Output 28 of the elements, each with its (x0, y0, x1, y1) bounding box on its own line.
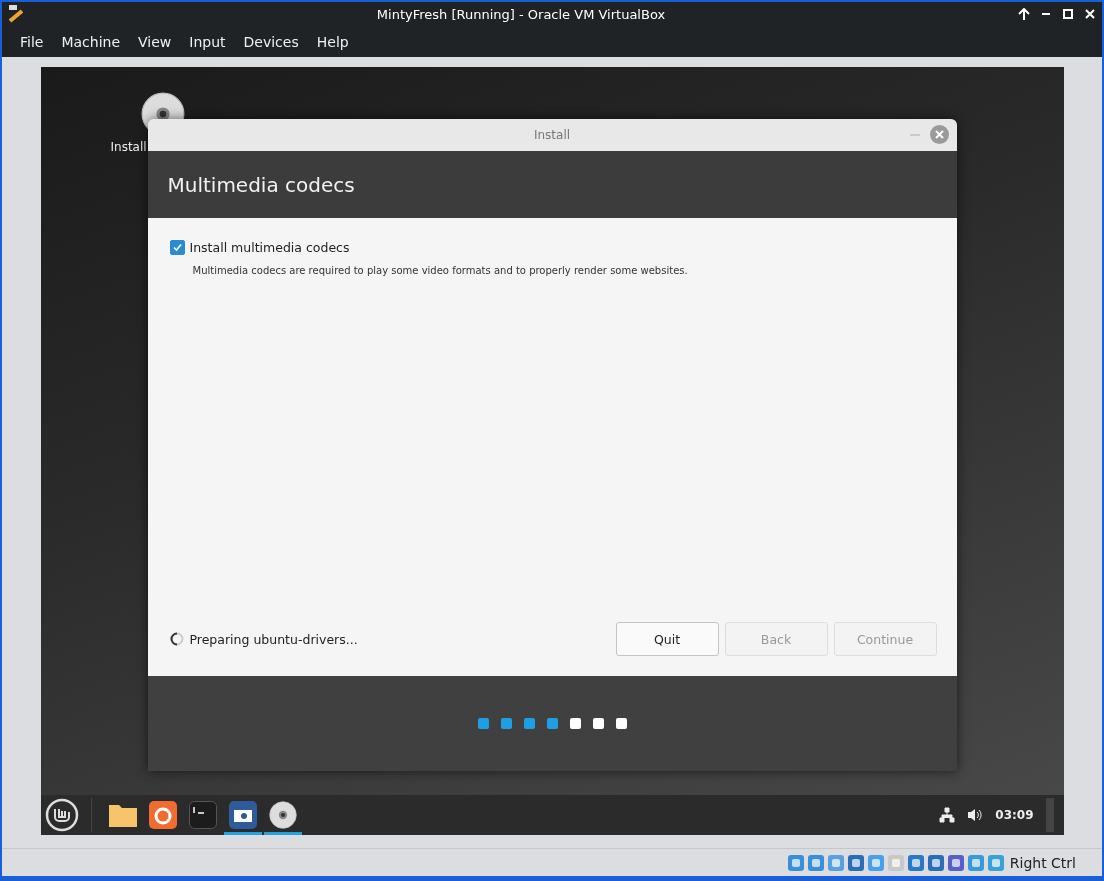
dialog-title: Install (533, 128, 571, 142)
maximize-icon[interactable] (1062, 8, 1074, 20)
menu-item[interactable]: Input (180, 33, 235, 50)
status-text: Preparing ubuntu-drivers... (189, 631, 359, 647)
checkbox-label[interactable]: Install multimedia codecs (189, 240, 350, 255)
menu-logo-icon[interactable] (44, 798, 79, 832)
terminal-icon[interactable] (188, 801, 217, 829)
clock[interactable]: 03:09 (995, 808, 1034, 822)
menu-item[interactable]: View (129, 33, 181, 50)
menu-item[interactable]: File (11, 33, 53, 50)
window-title: MintyFresh [Running] - Oracle VM VirtualBox (375, 6, 667, 22)
spinner-icon (169, 632, 184, 646)
speaker-icon[interactable] (967, 808, 984, 822)
page-heading: Multimedia codecs (167, 172, 355, 197)
description-text: Multimedia codecs are required to play some video formats and to properly render some websites. (192, 265, 689, 276)
menu-item[interactable]: Machine (52, 33, 130, 50)
host-key-label: Right Ctrl (1009, 854, 1076, 871)
app-logo-icon (8, 5, 24, 23)
camera-icon[interactable] (228, 801, 257, 829)
menu-item[interactable]: Devices (234, 33, 308, 50)
checkbox[interactable] (169, 240, 185, 255)
dialog-button[interactable]: Quit (615, 622, 719, 656)
desktop-icon-label[interactable]: Install (110, 140, 147, 154)
arrow-up-icon[interactable] (1018, 8, 1030, 20)
panel-handle[interactable] (1045, 798, 1054, 832)
checkmark-icon (172, 243, 182, 252)
menu-item[interactable]: Help (307, 33, 358, 50)
close-icon[interactable] (1084, 8, 1096, 20)
